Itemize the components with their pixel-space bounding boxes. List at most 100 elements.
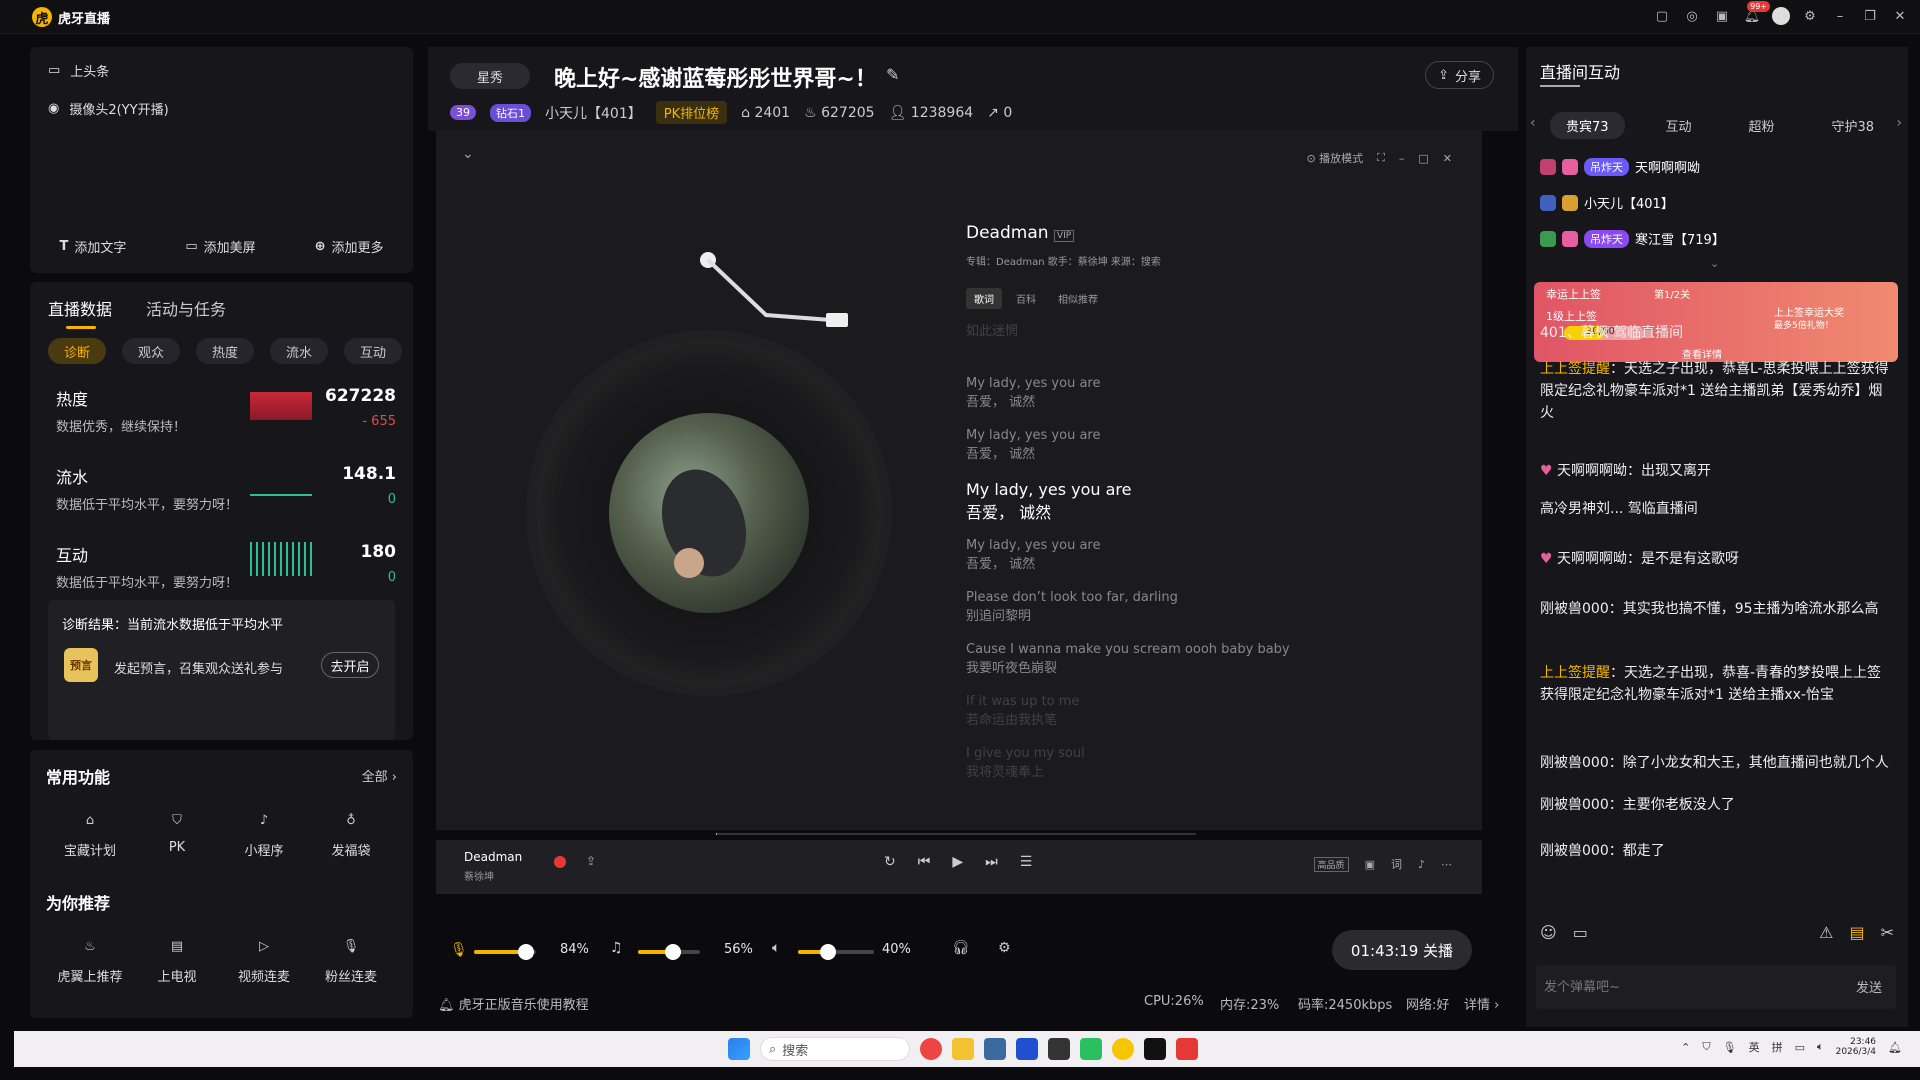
tab-super-fans[interactable]: 超粉 [1732, 112, 1790, 139]
obs-icon[interactable] [1144, 1038, 1166, 1060]
mic-icon[interactable]: 🎙︎ [450, 942, 468, 958]
minimize-icon[interactable]: – [1399, 152, 1405, 165]
pill-revenue[interactable]: 流水 [270, 338, 328, 364]
func-treasure-plan[interactable]: ⌂ 宝藏计划 [50, 806, 130, 860]
close-icon[interactable]: ✕ [1443, 152, 1452, 165]
quality-button[interactable]: 高品质 [1313, 856, 1349, 872]
chat-input[interactable] [1544, 975, 1824, 999]
settings-icon[interactable]: ⚙ [1800, 6, 1820, 26]
music-icon[interactable]: ♫ [610, 940, 623, 956]
func-video-link[interactable]: ▷ 视频连麦 [224, 932, 304, 986]
expand-chevron-icon[interactable]: ⌄ [1710, 257, 1719, 270]
tutorial-link[interactable]: 🔔︎ 虎牙正版音乐使用教程 [438, 994, 589, 1013]
chat-author[interactable]: 刚被兽000 [1540, 797, 1609, 813]
folder-icon[interactable] [952, 1038, 974, 1060]
volume-tray-icon[interactable]: 🔈︎ [1817, 1040, 1824, 1054]
taskbar-search[interactable]: ⌕ 搜索 [760, 1037, 910, 1061]
tabs-right-arrow-icon[interactable]: › [1896, 115, 1902, 131]
huya-taskbar-icon[interactable] [1112, 1038, 1134, 1060]
gift-bar-icon[interactable]: ▭ [1573, 923, 1588, 942]
pill-audience[interactable]: 观众 [122, 338, 180, 364]
window-icon[interactable]: ▢ [1652, 6, 1672, 26]
start-prediction-button[interactable]: 去开启 [321, 652, 379, 678]
details-link[interactable]: 详情 › [1464, 994, 1499, 1013]
share-button[interactable]: ⇪ 分享 [1425, 61, 1494, 89]
next-icon[interactable]: ⏭︎ [985, 854, 998, 870]
share-song-icon[interactable]: ⇪ [586, 854, 596, 868]
func-tv[interactable]: ▤ 上电视 [137, 932, 217, 986]
scene-item-camera[interactable]: ◉ 摄像头2(YY开播) [48, 99, 169, 118]
tab-lyrics[interactable]: 歌词 [966, 288, 1002, 309]
music-slider[interactable] [638, 944, 700, 960]
tabs-left-arrow-icon[interactable]: ‹ [1530, 115, 1536, 131]
lyric-toggle-icon[interactable]: 词 [1391, 856, 1402, 872]
tab-wiki[interactable]: 百科 [1008, 288, 1044, 309]
tab-interact[interactable]: 互动 [1650, 112, 1708, 139]
pk-rank-button[interactable]: PK排位榜 [655, 101, 728, 124]
playlist-icon[interactable]: ☰ [1020, 854, 1033, 870]
clock[interactable]: 23:46 2026/3/4 [1836, 1037, 1876, 1057]
display-icon[interactable]: ▭ [1795, 1041, 1805, 1054]
fullscreen-icon[interactable]: ⛶ [1377, 151, 1385, 165]
notification-bell-icon[interactable]: 🔔︎ [1888, 1041, 1902, 1054]
shield-icon[interactable]: ⛉ [1702, 1040, 1710, 1054]
warning-icon[interactable]: ⚠ [1819, 923, 1833, 942]
pill-heat[interactable]: 热度 [196, 338, 254, 364]
notification-icon[interactable]: 🔔︎ 99+ [1742, 1, 1770, 26]
add-screen-button[interactable]: ▭ 添加美屏 [185, 237, 255, 256]
app-icon[interactable] [984, 1038, 1006, 1060]
func-mini-program[interactable]: ♪ 小程序 [224, 806, 304, 860]
sync-icon[interactable]: ◎ [1682, 6, 1702, 26]
ime-language[interactable]: 英 [1749, 1039, 1760, 1055]
headset-icon[interactable]: 🎧︎ [952, 940, 970, 956]
loop-icon[interactable]: ↻ [884, 854, 896, 870]
tab-similar[interactable]: 相似推荐 [1050, 288, 1106, 309]
pill-diagnosis[interactable]: 诊断 [48, 338, 106, 364]
close-icon[interactable]: ✕ [1890, 6, 1910, 26]
play-mode-button[interactable]: ⊙ 播放模式 [1306, 150, 1363, 166]
speaker-slider-knob[interactable] [820, 944, 837, 960]
notes-icon[interactable]: ▤ [1849, 923, 1864, 942]
k-app-icon[interactable] [1016, 1038, 1038, 1060]
func-pk[interactable]: ⛉ PK [137, 806, 217, 856]
mic-slider[interactable] [474, 944, 536, 960]
scene-item-headline[interactable]: ▭ 上头条 [48, 61, 109, 80]
chat-author[interactable]: 天啊啊啊呦 [1557, 551, 1627, 567]
func-fan-link[interactable]: 🎙︎ 粉丝连麦 [311, 932, 391, 986]
ime-mode[interactable]: 拼 [1772, 1039, 1783, 1055]
vip-row[interactable]: 小天儿【401】 [1540, 193, 1674, 212]
mic-tray-icon[interactable]: 🎙︎ [1723, 1041, 1737, 1054]
speaker-slider[interactable] [798, 944, 874, 960]
progress-track[interactable] [716, 833, 1196, 835]
minimize-icon[interactable]: – [1830, 6, 1850, 26]
netease-music-icon[interactable] [1176, 1038, 1198, 1060]
add-more-button[interactable]: ⊕ 添加更多 [315, 237, 384, 256]
tab-vip[interactable]: 贵宾73 [1550, 112, 1625, 139]
stop-live-button[interactable]: 01:43:19 关播 [1332, 930, 1472, 970]
restore-icon[interactable]: ❐ [1860, 6, 1880, 26]
tool-icon[interactable]: ✂ [1881, 923, 1894, 942]
tab-live-data[interactable]: 直播数据 [48, 296, 112, 329]
play-icon[interactable]: ▶ [952, 854, 963, 870]
tray-up-arrow-icon[interactable]: ⌃ [1681, 1041, 1690, 1054]
all-functions-link[interactable]: 全部 › [362, 766, 397, 785]
tab-guardians[interactable]: 守护38 [1815, 112, 1890, 139]
terminal-icon[interactable] [1048, 1038, 1070, 1060]
tab-activities[interactable]: 活动与任务 [146, 296, 226, 329]
edit-icon[interactable]: ✎ [886, 65, 899, 84]
collapse-chevron-icon[interactable]: ⌄ [462, 146, 474, 162]
func-lucky-bag[interactable]: ♁ 发福袋 [311, 806, 391, 860]
chat-author[interactable]: 上上签提醒 [1540, 361, 1610, 377]
chat-author[interactable]: 上上签提醒 [1540, 665, 1610, 681]
speaker-icon[interactable]: 🔈︎ [772, 940, 780, 956]
volume-icon[interactable]: ♪ [1418, 858, 1425, 871]
music-slider-knob[interactable] [664, 944, 681, 960]
chat-author[interactable]: 刚被兽000 [1540, 843, 1609, 859]
avatar[interactable] [1772, 7, 1790, 25]
emoji-icon[interactable]: ☺ [1540, 923, 1557, 942]
chat-author[interactable]: 天啊啊啊呦 [1557, 463, 1627, 479]
vip-row[interactable]: 吊炸天 天啊啊啊呦 [1540, 157, 1700, 176]
settings-icon[interactable]: ⚙ [998, 940, 1011, 956]
image-icon[interactable]: ▣ [1712, 6, 1732, 26]
mic-slider-knob[interactable] [518, 944, 535, 960]
